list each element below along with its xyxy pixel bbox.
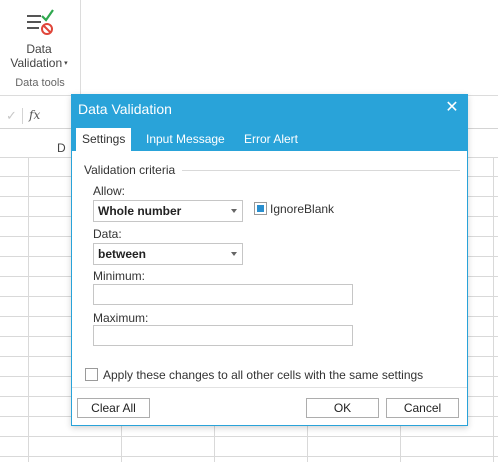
tab-settings[interactable]: Settings (76, 128, 132, 151)
group-label: Data tools (15, 77, 65, 89)
apply-all-checkbox[interactable] (85, 368, 98, 381)
footer-divider (72, 387, 467, 388)
tab-input-message[interactable]: Input Message (146, 128, 225, 151)
dialog-title: Data Validation (78, 101, 172, 117)
minimum-label: Minimum: (93, 269, 146, 283)
validation-criteria-title: Validation criteria (84, 163, 180, 177)
allow-select-value: Whole number (98, 204, 182, 218)
data-tools-group: Data Validation ▾ Data tools (0, 0, 81, 95)
section-divider (182, 170, 460, 171)
dialog-header: Data Validation ✕ Settings Input Message… (72, 95, 467, 151)
data-select-value: between (98, 247, 147, 261)
data-select[interactable]: between (93, 243, 243, 265)
cancel-button[interactable]: Cancel (386, 398, 459, 418)
dropdown-caret-icon: ▾ (64, 60, 68, 67)
clear-all-button[interactable]: Clear All (77, 398, 150, 418)
check-icon[interactable]: ✓ (6, 108, 17, 124)
close-icon[interactable]: ✕ (444, 100, 460, 116)
minimum-input[interactable] (93, 284, 353, 305)
allow-select[interactable]: Whole number (93, 200, 243, 222)
function-icon[interactable]: fx (29, 108, 40, 122)
data-label: Data: (93, 227, 122, 241)
data-validation-dialog: Data Validation ✕ Settings Input Message… (71, 94, 468, 426)
maximum-label: Maximum: (93, 311, 149, 325)
allow-label: Allow: (93, 184, 126, 198)
data-validation-button[interactable]: Data Validation ▾ (6, 4, 72, 72)
ignore-blank-label: IgnoreBlank (270, 202, 335, 216)
chevron-down-icon (231, 209, 237, 213)
chevron-down-icon (231, 252, 237, 256)
ignore-blank-checkbox[interactable] (254, 202, 267, 215)
data-validation-label-line1: Data (26, 42, 52, 56)
dialog-body: Validation criteria Allow: Whole number … (72, 151, 467, 425)
apply-all-label: Apply these changes to all other cells w… (103, 368, 424, 382)
column-header-d[interactable]: D (57, 141, 66, 155)
data-validation-label-line2: Validation ▾ (10, 56, 68, 70)
tab-error-alert[interactable]: Error Alert (244, 128, 298, 151)
divider (22, 108, 23, 124)
maximum-input[interactable] (93, 325, 353, 346)
ribbon: Data Validation ▾ Data tools (0, 0, 498, 96)
ok-button[interactable]: OK (306, 398, 379, 418)
data-validation-icon (27, 9, 54, 35)
